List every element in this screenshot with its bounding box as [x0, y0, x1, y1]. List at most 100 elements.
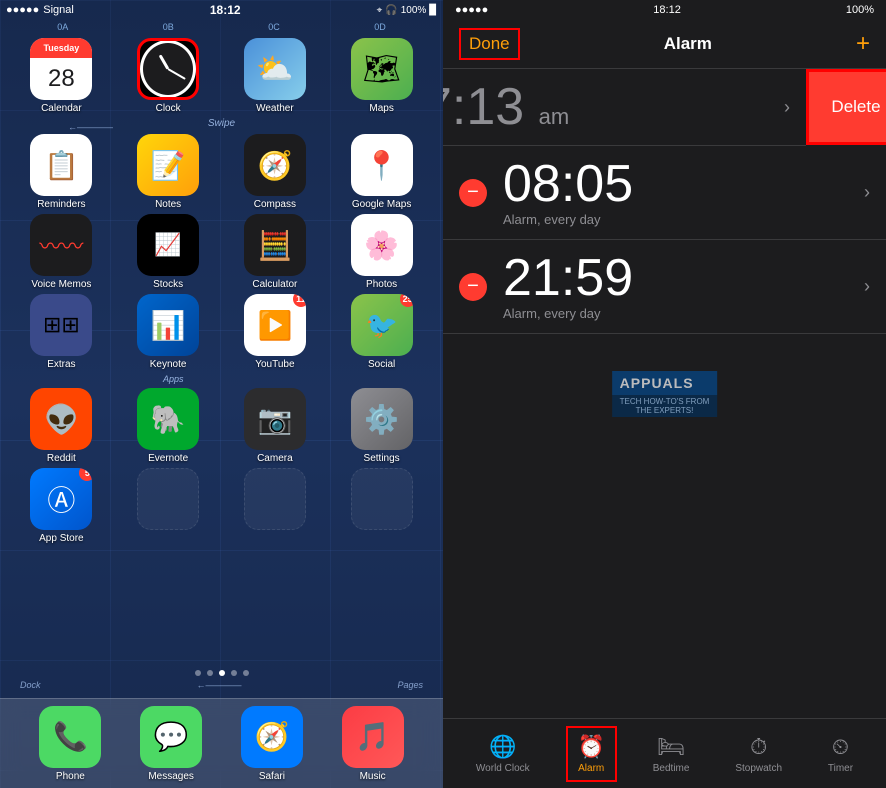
page-dot-3: [219, 670, 225, 676]
app-camera-label: Camera: [257, 453, 293, 464]
bedtime-icon: 🛏: [657, 734, 685, 760]
dock-safari-label: Safari: [259, 771, 285, 782]
battery-icon: ▉: [429, 5, 437, 16]
app-social[interactable]: 🐦 25 Social: [337, 294, 427, 370]
clock-minute-hand: [168, 68, 186, 80]
app-social-label: Social: [368, 359, 395, 370]
dock-phone[interactable]: 📞 Phone: [25, 706, 115, 782]
appstore-icon: Ⓐ: [47, 479, 75, 519]
dock-safari[interactable]: 🧭 Safari: [227, 706, 317, 782]
app-photos-label: Photos: [366, 279, 397, 290]
camera-icon: 📷: [257, 403, 292, 436]
alarm-time-0805: 08:05: [503, 158, 848, 210]
swipe-annotation: Swipe ←————: [8, 118, 435, 134]
tab-stopwatch[interactable]: ⏱ Stopwatch: [725, 728, 792, 780]
app-stocks-label: Stocks: [153, 279, 183, 290]
alarm-chevron-0805[interactable]: ›: [864, 182, 886, 203]
app-reminders[interactable]: 📋 Reminders: [16, 134, 106, 210]
alarm-ampm-713: am: [539, 104, 570, 129]
clock-status-bar: ●●●●● 18:12 100%: [443, 0, 886, 20]
done-button[interactable]: Done: [459, 28, 520, 60]
app-evernote-label: Evernote: [148, 453, 188, 464]
dock-messages[interactable]: 💬 Messages: [126, 706, 216, 782]
tab-alarm[interactable]: ⏰ Alarm: [566, 726, 617, 782]
app-camera[interactable]: 📷 Camera: [230, 388, 320, 464]
delete-button[interactable]: Delete: [806, 69, 886, 145]
stopwatch-icon: ⏱: [750, 734, 767, 760]
alarm-chevron-2159[interactable]: ›: [864, 276, 886, 297]
col-0d: 0D: [374, 22, 386, 32]
tab-timer[interactable]: ⏲ Timer: [818, 728, 863, 780]
app-calculator[interactable]: 🧮 Calculator: [230, 214, 320, 290]
col-0c: 0C: [268, 22, 280, 32]
app-evernote[interactable]: 🐘 Evernote: [123, 388, 213, 464]
app-row-01: Tuesday 28 Calendar Clock: [8, 38, 435, 114]
home-screen: ●●●●● Signal 18:12 ⌖ 🎧 100% ▉ 0A 0B 0C 0…: [0, 0, 443, 788]
worldclock-label: World Clock: [476, 763, 530, 774]
dock-music[interactable]: 🎵 Music: [328, 706, 418, 782]
add-alarm-button[interactable]: +: [856, 30, 870, 58]
alarm-time-713: 7:13 am: [443, 81, 768, 133]
app-settings[interactable]: ⚙️ Settings: [337, 388, 427, 464]
notes-icon: 📝: [151, 149, 186, 182]
app-maps[interactable]: 🗺 Maps: [337, 38, 427, 114]
swipe-label: Swipe: [208, 118, 235, 129]
app-stocks[interactable]: 📈 Stocks: [123, 214, 213, 290]
app-notes[interactable]: 📝 Notes: [123, 134, 213, 210]
social-icon: 🐦: [365, 310, 397, 341]
social-badge: 25: [400, 294, 413, 307]
battery-percent: 100%: [401, 5, 427, 16]
app-voicememos[interactable]: 〰〰 Voice Memos: [16, 214, 106, 290]
bedtime-label: Bedtime: [653, 763, 690, 774]
app-appstore-label: App Store: [39, 533, 83, 544]
app-googlemaps-label: Google Maps: [352, 199, 411, 210]
page-dot-1: [195, 670, 201, 676]
extras-icon: ⊞⊞: [43, 312, 80, 338]
app-photos[interactable]: 🌸 Photos: [337, 214, 427, 290]
clock-battery: 100%: [846, 4, 874, 16]
alarm-item-713: − 7:13 am › Delete: [443, 69, 806, 146]
app-reddit[interactable]: 👽 Reddit: [16, 388, 106, 464]
app-reminders-label: Reminders: [37, 199, 85, 210]
app-googlemaps[interactable]: 📍 Google Maps: [337, 134, 427, 210]
app-compass-label: Compass: [254, 199, 296, 210]
app-keynote-label: Keynote: [150, 359, 187, 370]
app-weather-label: Weather: [256, 103, 294, 114]
alarm-minus-2159[interactable]: −: [459, 273, 487, 301]
page-dot-2: [207, 670, 213, 676]
safari-icon: 🧭: [254, 720, 289, 753]
app-calendar[interactable]: Tuesday 28 Calendar: [16, 38, 106, 114]
tab-bedtime[interactable]: 🛏 Bedtime: [643, 728, 700, 780]
alarm-item-0805: − 08:05 Alarm, every day ›: [443, 146, 886, 240]
dock-phone-label: Phone: [56, 771, 85, 782]
app-empty-3: [337, 468, 427, 544]
app-row-04: ⊞⊞ Extras 📊 Keynote ▶️ 11 YouTube 🐦: [8, 294, 435, 370]
dock-messages-label: Messages: [148, 771, 194, 782]
signal-label: Signal: [43, 4, 74, 16]
calendar-weekday: Tuesday: [30, 38, 92, 58]
apps-annotation-row: Apps: [8, 374, 435, 388]
app-weather[interactable]: ⛅ Weather: [230, 38, 320, 114]
app-settings-label: Settings: [364, 453, 400, 464]
alarm-time-2159: 21:59: [503, 252, 848, 304]
app-appstore[interactable]: Ⓐ 5 App Store: [16, 468, 106, 544]
app-clock-label: Clock: [156, 103, 181, 114]
apps-annotation-label: Apps: [163, 374, 184, 384]
tab-worldclock[interactable]: 🌐 World Clock: [466, 728, 540, 780]
alarm-chevron-713[interactable]: ›: [784, 97, 806, 118]
alarm-item-2159: − 21:59 Alarm, every day ›: [443, 240, 886, 334]
calculator-icon: 🧮: [257, 229, 292, 262]
alarm-minus-0805[interactable]: −: [459, 179, 487, 207]
headphones-icon: 🎧: [385, 5, 397, 16]
alarm-subtitle-0805: Alarm, every day: [503, 212, 848, 227]
app-extras[interactable]: ⊞⊞ Extras: [16, 294, 106, 370]
app-compass[interactable]: 🧭 Compass: [230, 134, 320, 210]
alarm-tab-label: Alarm: [578, 763, 604, 774]
dock-label: Dock: [20, 680, 41, 690]
signal-bars: ●●●●●: [6, 4, 39, 16]
app-youtube-label: YouTube: [255, 359, 294, 370]
bottom-area: Dock ←———— Pages: [0, 670, 443, 690]
app-keynote[interactable]: 📊 Keynote: [123, 294, 213, 370]
app-clock[interactable]: Clock: [123, 38, 213, 114]
app-youtube[interactable]: ▶️ 11 YouTube: [230, 294, 320, 370]
